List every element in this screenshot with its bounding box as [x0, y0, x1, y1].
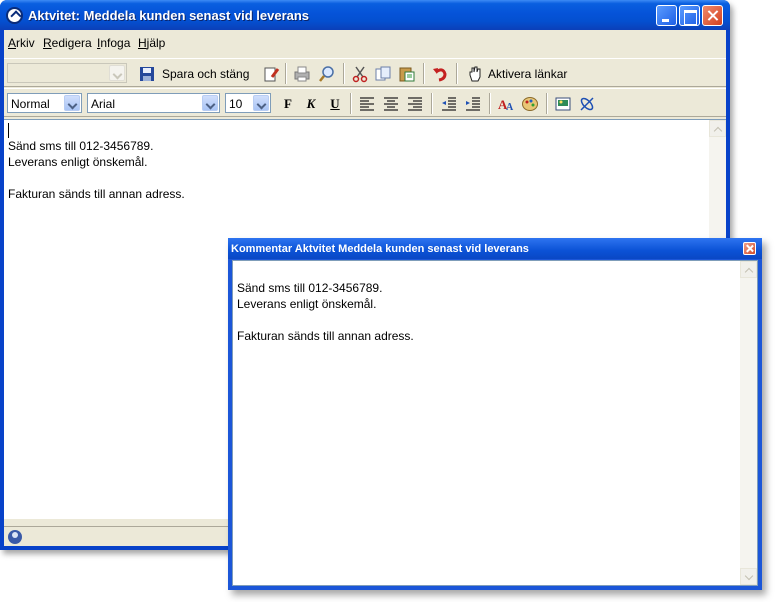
image-icon[interactable] — [554, 95, 572, 113]
align-right-icon[interactable] — [406, 95, 424, 113]
menu-infoga[interactable]: Infoga — [97, 36, 130, 50]
save-icon — [140, 67, 154, 81]
template-select[interactable] — [7, 63, 127, 83]
paste-icon[interactable] — [398, 65, 416, 83]
palette-icon[interactable] — [521, 95, 539, 113]
editor-text: Sänd sms till 012-3456789. Leverans enli… — [8, 139, 185, 201]
print-icon[interactable] — [293, 65, 311, 83]
underline-button[interactable]: U — [326, 95, 344, 113]
scroll-up-icon[interactable] — [740, 261, 757, 278]
activate-links-button[interactable]: Aktivera länkar — [488, 67, 567, 81]
maximize-button[interactable] — [679, 5, 700, 26]
menu-redigera[interactable]: Redigera — [43, 36, 92, 50]
copy-icon[interactable] — [374, 65, 392, 83]
comment-title-bar[interactable]: Kommentar Aktvitet Meddela kunden senast… — [228, 238, 762, 259]
chevron-down-icon — [253, 95, 269, 111]
font-size-select[interactable]: 10 — [225, 93, 271, 113]
chevron-down-icon — [64, 95, 80, 111]
cut-icon[interactable] — [351, 65, 369, 83]
chevron-down-icon — [202, 95, 218, 111]
comment-text: Sänd sms till 012-3456789. Leverans enli… — [237, 281, 414, 343]
align-left-icon[interactable] — [358, 95, 376, 113]
hand-icon — [469, 66, 481, 82]
app-icon[interactable] — [6, 7, 23, 24]
window-title: Aktvitet: Meddela kunden senast vid leve… — [28, 8, 310, 23]
edit-icon[interactable] — [262, 65, 280, 83]
link-icon[interactable] — [578, 95, 596, 113]
menu-bar: Arkiv Redigera Infoga Hjälp — [4, 30, 726, 54]
standard-toolbar: Spara och stäng Aktivera länkar — [4, 58, 726, 87]
zoom-icon[interactable] — [318, 65, 336, 83]
formatting-toolbar: Normal Arial 10 F K U AA — [4, 88, 726, 117]
comment-window-title: Kommentar Aktvitet Meddela kunden senast… — [231, 243, 529, 255]
comment-close-button[interactable] — [743, 242, 756, 255]
minimize-button[interactable] — [656, 5, 677, 26]
chevron-down-icon — [109, 65, 125, 81]
text-caret — [8, 123, 9, 138]
menu-arkiv[interactable]: Arkiv — [8, 36, 35, 50]
align-center-icon[interactable] — [382, 95, 400, 113]
menu-hjalp[interactable]: Hjälp — [138, 36, 165, 50]
outdent-icon[interactable] — [440, 95, 458, 113]
status-icon — [8, 530, 22, 544]
style-select[interactable]: Normal — [7, 93, 82, 113]
font-select[interactable]: Arial — [87, 93, 220, 113]
close-button[interactable] — [702, 5, 723, 26]
comment-window: Kommentar Aktvitet Meddela kunden senast… — [228, 238, 762, 590]
indent-icon[interactable] — [464, 95, 482, 113]
svg-text:A: A — [506, 102, 514, 113]
scroll-down-icon[interactable] — [740, 568, 757, 585]
title-bar[interactable]: Aktvitet: Meddela kunden senast vid leve… — [0, 0, 730, 30]
bold-button[interactable]: F — [279, 95, 297, 113]
text-color-icon[interactable]: AA — [497, 95, 515, 113]
italic-button[interactable]: K — [302, 95, 320, 113]
comment-scrollbar[interactable] — [740, 261, 757, 585]
save-and-close-button[interactable]: Spara och stäng — [162, 67, 249, 81]
scroll-up-icon[interactable] — [709, 120, 726, 137]
comment-text-area[interactable]: Sänd sms till 012-3456789. Leverans enli… — [232, 260, 758, 586]
undo-icon[interactable] — [431, 65, 449, 83]
